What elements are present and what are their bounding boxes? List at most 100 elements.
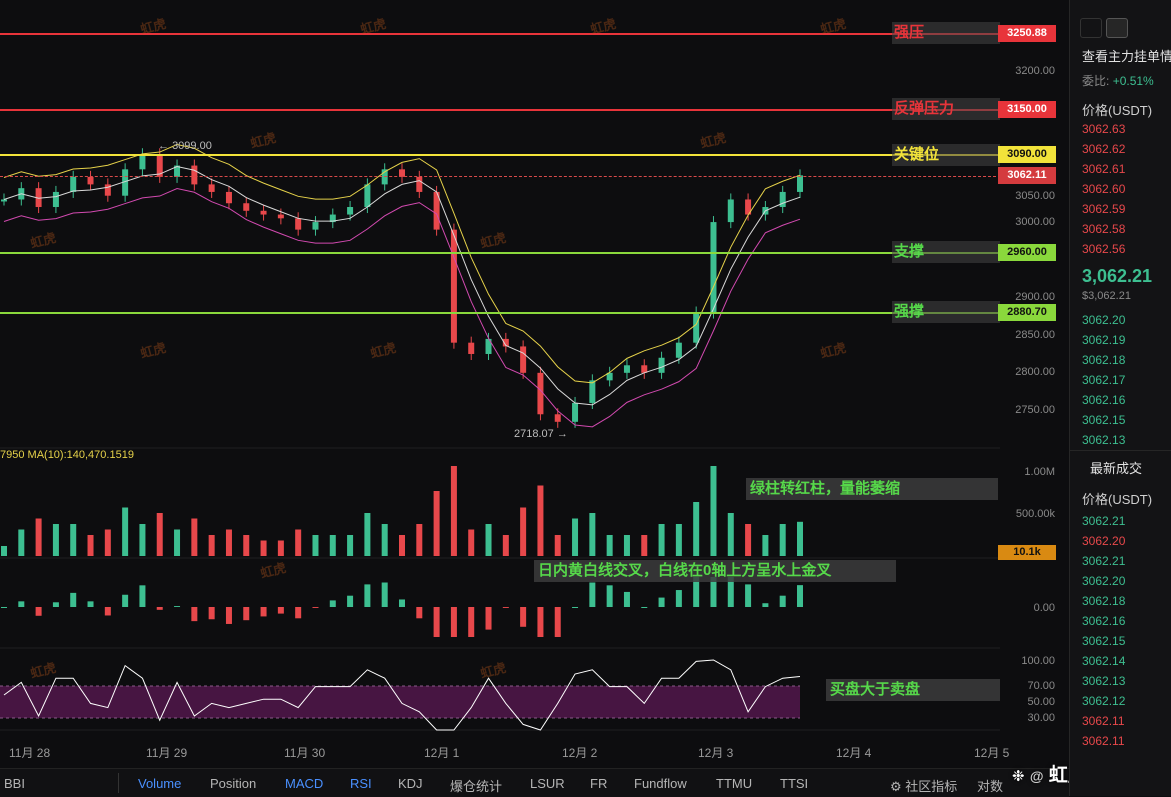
macd-bar <box>329 600 336 607</box>
ask-row[interactable]: 3062.58 <box>1082 222 1125 236</box>
candle-body <box>312 222 319 230</box>
candle-body <box>693 312 700 343</box>
chart-area[interactable]: 3200.00 3050.00 3000.00 2900.00 2850.00 … <box>0 0 1065 768</box>
bid-row[interactable]: 3062.16 <box>1082 393 1125 407</box>
tab-kdj[interactable]: KDJ <box>398 776 423 791</box>
volume-bar <box>745 524 752 556</box>
candle-body <box>797 175 803 192</box>
trade-row[interactable]: 3062.20 <box>1082 534 1125 548</box>
tab-rsi[interactable]: RSI <box>350 776 372 791</box>
trade-row[interactable]: 3062.13 <box>1082 674 1125 688</box>
ask-row[interactable]: 3062.63 <box>1082 122 1125 136</box>
tab-position[interactable]: Position <box>210 776 256 791</box>
macd-bar <box>641 607 648 608</box>
bid-row[interactable]: 3062.17 <box>1082 373 1125 387</box>
volume-bar <box>450 466 457 556</box>
tab-volume[interactable]: Volume <box>138 776 181 791</box>
tab-fr[interactable]: FR <box>590 776 607 791</box>
last-price-usd: $3,062.21 <box>1082 290 1131 302</box>
ask-row[interactable]: 3062.61 <box>1082 162 1125 176</box>
tab-fundflow[interactable]: Fundflow <box>634 776 687 791</box>
level-label-strong-support: 强撑 <box>892 301 1000 323</box>
bid-row[interactable]: 3062.19 <box>1082 333 1125 347</box>
volume-bar <box>122 507 129 556</box>
trade-row[interactable]: 3062.21 <box>1082 554 1125 568</box>
date-label: 12月 5 <box>974 746 1010 760</box>
volume-bar <box>623 535 630 556</box>
price-column-header: 价格(USDT) <box>1082 103 1153 118</box>
bid-row[interactable]: 3062.20 <box>1082 313 1125 327</box>
trade-row[interactable]: 3062.16 <box>1082 614 1125 628</box>
trade-row[interactable]: 3062.11 <box>1082 714 1125 728</box>
indicator-tab-bar: BBI Volume Position MACD RSI KDJ 爆仓统计 LS… <box>0 768 1069 797</box>
tab-macd[interactable]: MACD <box>285 776 323 791</box>
tab-liquidation[interactable]: 爆仓统计 <box>450 776 502 795</box>
price-axis-label: 2900.00 <box>1015 291 1055 303</box>
ask-row[interactable]: 3062.56 <box>1082 242 1125 256</box>
bid-row[interactable]: 3062.18 <box>1082 353 1125 367</box>
volume-bar <box>347 535 354 556</box>
high-marker: ← 3099.00 <box>158 140 212 152</box>
low-marker: 2718.07 → <box>514 428 568 440</box>
macd-bar <box>537 607 544 637</box>
current-price-line <box>0 176 1001 177</box>
ask-row[interactable]: 3062.60 <box>1082 182 1125 196</box>
bid-row[interactable]: 3062.13 <box>1082 433 1125 447</box>
candle-body <box>416 176 423 192</box>
layout-toggle-1[interactable] <box>1080 18 1102 38</box>
candle-body <box>208 184 215 192</box>
layout-toggle-2[interactable] <box>1106 18 1128 38</box>
volume-bar <box>641 535 648 556</box>
volume-bar <box>295 529 302 556</box>
tab-divider <box>118 773 119 793</box>
volume-bar <box>520 507 527 556</box>
volume-bar <box>139 524 146 556</box>
volume-axis-label: 1.00M <box>1024 466 1055 478</box>
tab-lsur[interactable]: LSUR <box>530 776 565 791</box>
candle-body <box>1 199 7 202</box>
trade-row[interactable]: 3062.11 <box>1082 734 1125 748</box>
macd-bar <box>312 607 319 608</box>
candle-body <box>139 154 146 170</box>
candle-body <box>70 176 77 192</box>
volume-bar <box>208 535 215 556</box>
candle-body <box>52 191 59 208</box>
level-price-tag: 3150.00 <box>998 101 1056 118</box>
trade-row[interactable]: 3062.18 <box>1082 594 1125 608</box>
bid-row[interactable]: 3062.15 <box>1082 413 1125 427</box>
ask-row[interactable]: 3062.62 <box>1082 142 1125 156</box>
community-indicator-button[interactable]: ⚙ 社区指标 <box>890 776 957 795</box>
trade-row[interactable]: 3062.14 <box>1082 654 1125 668</box>
macd-bar <box>364 584 371 607</box>
macd-bar <box>572 607 579 608</box>
candle-body <box>243 203 250 211</box>
panel-divider <box>1070 450 1171 451</box>
trade-row[interactable]: 3062.20 <box>1082 574 1125 588</box>
macd-bar <box>399 599 405 607</box>
rsi-axis-label: 70.00 <box>1027 680 1055 692</box>
macd-bar <box>122 594 129 607</box>
trade-row[interactable]: 3062.21 <box>1082 514 1125 528</box>
rsi-axis-label: 30.00 <box>1027 712 1055 724</box>
candle-body <box>589 380 596 403</box>
order-book-header[interactable]: 查看主力挂单情 <box>1082 46 1171 65</box>
tab-ttsi[interactable]: TTSI <box>780 776 808 791</box>
tab-ttmu[interactable]: TTMU <box>716 776 752 791</box>
ma-line <box>3 165 801 406</box>
trade-row[interactable]: 3062.15 <box>1082 634 1125 648</box>
recent-trades-title[interactable]: 最新成交 <box>1090 458 1142 477</box>
low-marker-value: 2718.07 <box>514 428 554 440</box>
tab-bbi[interactable]: BBI <box>4 776 25 791</box>
macd-bar <box>225 607 232 624</box>
candle-body <box>537 372 544 415</box>
volume-bar <box>762 535 769 556</box>
volume-bar <box>433 491 440 556</box>
volume-bar <box>779 524 786 556</box>
trade-row[interactable]: 3062.12 <box>1082 694 1125 708</box>
macd-bar <box>156 607 163 610</box>
volume-bar <box>243 535 250 556</box>
log-scale-toggle[interactable]: 对数 <box>977 776 1003 795</box>
ask-row[interactable]: 3062.59 <box>1082 202 1125 216</box>
candle-body <box>225 191 232 204</box>
date-label: 12月 1 <box>424 746 460 760</box>
